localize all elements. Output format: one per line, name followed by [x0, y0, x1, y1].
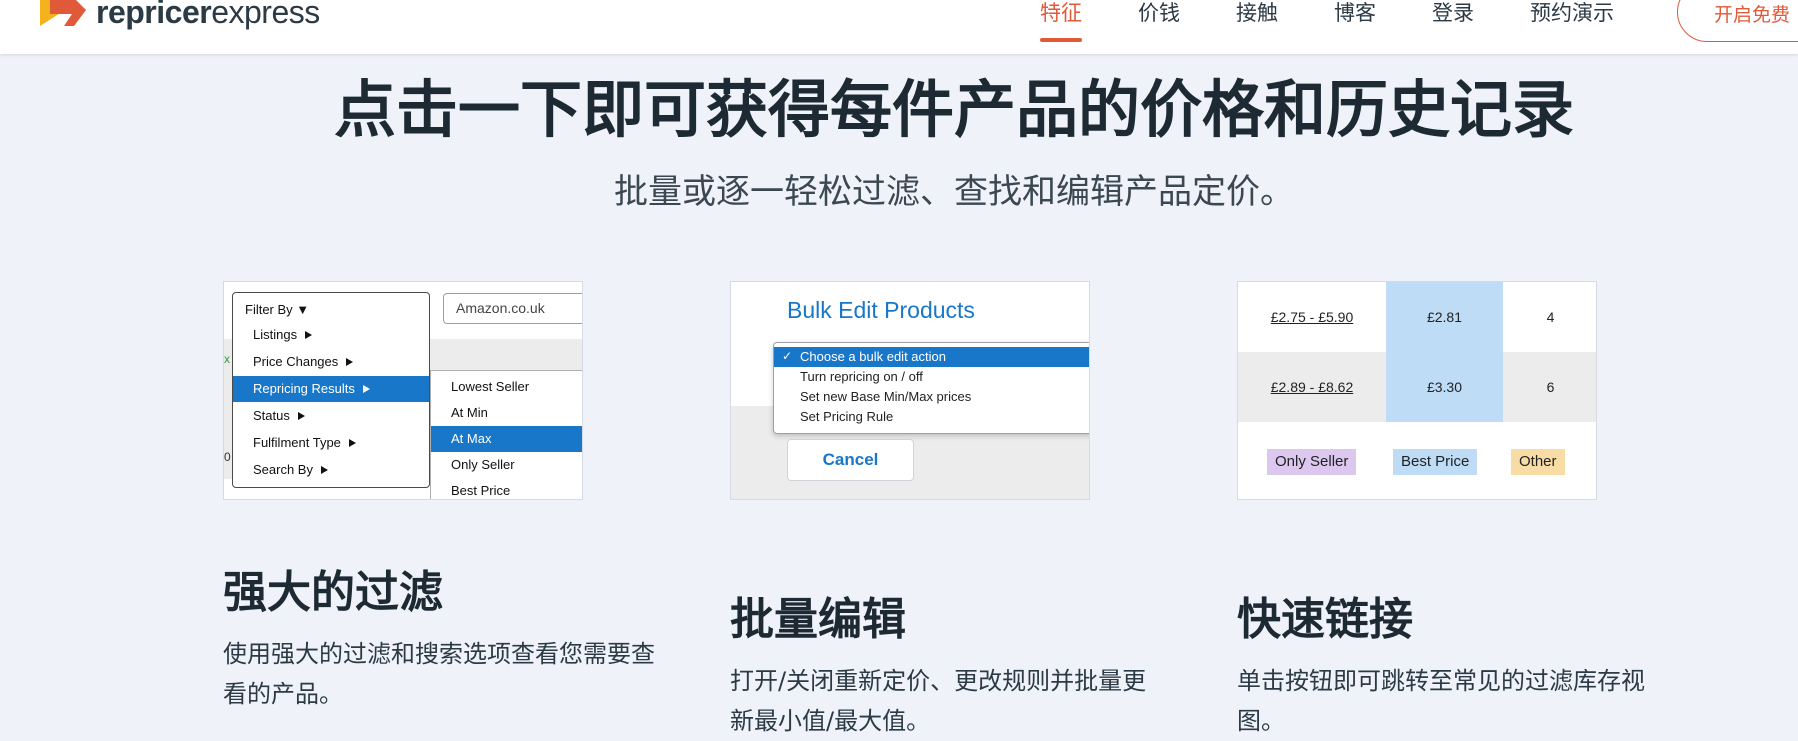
edge-text: x: [224, 352, 230, 366]
filter-menu-title[interactable]: Filter By ▼: [245, 302, 309, 317]
feature-desc-filtering: 使用强大的过滤和搜索选项查看您需要查看的产品。: [223, 640, 655, 708]
feature-desc-quick-links: 单击按钮即可跳转至常见的过滤库存视图。: [1237, 667, 1645, 735]
filter-item-status[interactable]: Status: [233, 403, 429, 429]
submenu-item[interactable]: Best Price: [431, 478, 582, 499]
submenu-item[interactable]: At Max: [431, 426, 582, 452]
bulk-option[interactable]: Turn repricing on / off: [774, 367, 1089, 387]
nav-pricing[interactable]: 价钱: [1138, 0, 1180, 54]
site-header: repricerexpress 特征 价钱 接触 博客 登录 预约演示 开启免费: [0, 0, 1798, 54]
logo[interactable]: repricerexpress: [38, 0, 320, 32]
submenu-item[interactable]: Only Seller: [431, 452, 582, 478]
count-cell: 4: [1503, 282, 1596, 352]
bulk-edit-screenshot-card: Bulk Edit Products ✓ Choose a bulk edit a…: [730, 281, 1090, 500]
bulk-option[interactable]: Set new Base Min/Max prices: [774, 387, 1089, 407]
cancel-button[interactable]: Cancel: [787, 439, 914, 481]
logo-text: repricerexpress: [96, 0, 320, 30]
best-price-badge[interactable]: Best Price: [1393, 449, 1478, 475]
nav-login[interactable]: 登录: [1432, 0, 1474, 54]
page-title: 点击一下即可获得每件产品的价格和历史记录: [333, 73, 1574, 146]
filter-item-price-changes[interactable]: Price Changes: [233, 349, 429, 375]
triangle-right-icon: [348, 439, 356, 447]
other-badge[interactable]: Other: [1511, 449, 1565, 475]
filter-screenshot-card: x 0 Amazon.co.uk Filter By ▼ Listings Pr…: [223, 281, 583, 500]
marketplace-select[interactable]: Amazon.co.uk: [443, 293, 582, 324]
page-subtitle: 批量或逐一轻松过滤、查找和编辑产品定价。: [614, 172, 1294, 212]
repricing-results-submenu: Lowest Seller At Min At Max Only Seller …: [430, 370, 582, 499]
bulk-edit-heading: Bulk Edit Products: [787, 297, 975, 323]
price-range-cell[interactable]: £2.89 - £8.62: [1238, 352, 1386, 422]
triangle-right-icon: [305, 331, 313, 339]
feature-title-filtering: 强大的过滤: [223, 567, 443, 618]
submenu-item[interactable]: Lowest Seller: [431, 374, 582, 400]
feature-title-quick-links: 快速链接: [1237, 594, 1413, 645]
nav-features[interactable]: 特征: [1040, 0, 1082, 54]
best-price-cell: £3.30: [1386, 352, 1503, 422]
nav-book-demo[interactable]: 预约演示: [1530, 0, 1614, 54]
price-range-cell[interactable]: £2.75 - £5.90: [1238, 282, 1386, 352]
triangle-right-icon: [320, 466, 328, 474]
checkmark-icon: ✓: [782, 349, 793, 363]
filter-item-search-by[interactable]: Search By: [233, 457, 429, 483]
filter-item-repricing-results[interactable]: Repricing Results: [233, 376, 429, 402]
best-price-cell: £2.81: [1386, 282, 1503, 352]
feature-desc-bulk-edit: 打开/关闭重新定价、更改规则并批量更新最小值/最大值。: [730, 667, 1147, 735]
bulk-option[interactable]: ✓ Choose a bulk edit action: [774, 347, 1089, 367]
nav-blog[interactable]: 博客: [1334, 0, 1376, 54]
submenu-item[interactable]: At Min: [431, 400, 582, 426]
bulk-option[interactable]: Set Pricing Rule: [774, 407, 1089, 427]
start-free-trial-button[interactable]: 开启免费: [1677, 0, 1798, 42]
logo-arrow-icon: [40, 0, 86, 26]
bulk-action-dropdown[interactable]: ✓ Choose a bulk edit action Turn repricin…: [773, 342, 1089, 434]
filter-item-listings[interactable]: Listings: [233, 322, 429, 348]
triangle-right-icon: [362, 385, 370, 393]
feature-title-bulk-edit: 批量编辑: [730, 594, 906, 645]
nav-contact[interactable]: 接触: [1236, 0, 1278, 54]
edge-text: 0: [224, 450, 231, 464]
quick-links-screenshot-card: £2.75 - £5.90 £2.81 4 £2.89 - £8.62 £3.3…: [1237, 281, 1597, 500]
main-nav: 特征 价钱 接触 博客 登录 预约演示: [1040, 0, 1670, 54]
triangle-right-icon: [297, 412, 305, 420]
filter-item-fulfilment-type[interactable]: Fulfilment Type: [233, 430, 429, 456]
only-seller-badge[interactable]: Only Seller: [1267, 449, 1357, 475]
count-cell: 6: [1503, 352, 1596, 422]
triangle-right-icon: [346, 358, 354, 366]
filter-menu: Filter By ▼ Listings Price Changes Repri…: [232, 292, 430, 488]
